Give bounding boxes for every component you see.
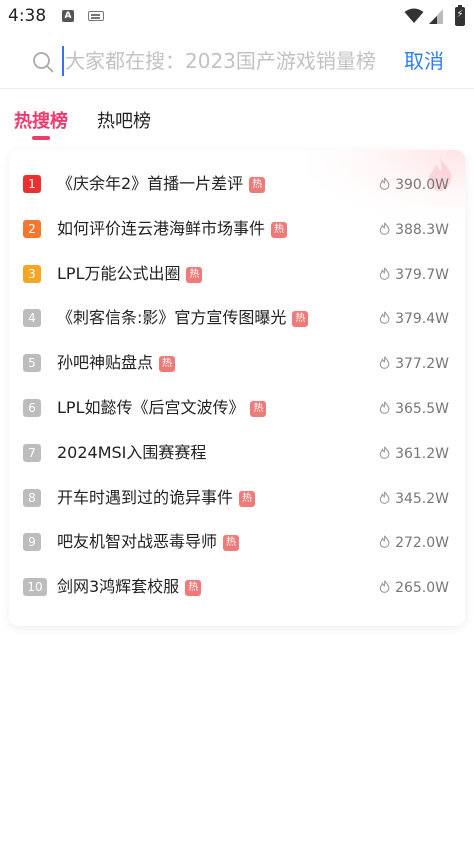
hot-badge: 热: [239, 490, 256, 507]
views-count: 390.0W: [379, 175, 449, 195]
rank-badge: 1: [23, 175, 41, 193]
views-count: 361.2W: [379, 444, 449, 464]
rank-badge: 9: [23, 533, 41, 552]
hot-item-title-wrap: 孙吧神贴盘点热: [57, 352, 176, 374]
search-bar: 大家都在搜：2023国产游戏销量榜 取消: [0, 38, 474, 88]
hot-badge: 热: [249, 177, 266, 193]
wifi-icon: [404, 8, 424, 23]
hot-list-item[interactable]: 5 孙吧神贴盘点热 377.2W: [9, 342, 465, 386]
views-value: 379.4W: [395, 311, 449, 328]
views-value: 365.5W: [395, 401, 449, 417]
rank-badge: 10: [23, 578, 47, 597]
cancel-button[interactable]: 取消: [404, 46, 444, 76]
hot-item-title-wrap: 开车时遇到过的诡异事件热: [57, 487, 256, 509]
hot-badge: 热: [250, 401, 267, 417]
views-value: 345.2W: [395, 490, 449, 507]
fire-icon: [379, 580, 390, 594]
fire-icon: [379, 535, 390, 549]
hot-item-title-wrap: 《刺客信条:影》官方宣传图曝光热: [57, 307, 309, 329]
fire-icon: [379, 356, 390, 370]
views-value: 379.7W: [395, 266, 449, 283]
hot-list-card: 1 《庆余年2》首播一片差评热 390.0W 2 如何评价连云港海鲜市场事件热 388.3…: [9, 150, 465, 626]
views-value: 272.0W: [395, 535, 449, 552]
hot-item-title: LPL如懿传《后宫文波传》: [57, 398, 245, 417]
fire-icon: [379, 311, 390, 325]
header-divider: [0, 88, 474, 89]
fire-icon: [379, 491, 390, 504]
hot-badge: 热: [186, 266, 203, 283]
views-value: 388.3W: [395, 221, 449, 238]
keyboard-icon: [88, 11, 104, 21]
hot-badge: 热: [223, 535, 240, 552]
views-value: 265.0W: [395, 580, 449, 597]
tab-hot-search[interactable]: 热搜榜: [14, 110, 68, 134]
hot-item-title: 开车时遇到过的诡异事件: [57, 487, 234, 507]
hot-list-item[interactable]: 7 2024MSI入围赛赛程 361.2W: [9, 432, 465, 476]
hot-item-title: 《庆余年2》首播一片差评: [57, 174, 244, 193]
views-count: 345.2W: [379, 489, 449, 509]
views-count: 272.0W: [379, 533, 449, 553]
hot-item-title-wrap: 《庆余年2》首播一片差评热: [57, 173, 266, 195]
status-time: 4:38: [8, 6, 47, 26]
rank-badge: 5: [23, 354, 41, 373]
rank-badge: 7: [23, 443, 41, 462]
battery-charging-icon: [455, 5, 465, 26]
hot-list-item[interactable]: 1 《庆余年2》首播一片差评热 390.0W: [9, 163, 465, 207]
hot-item-title: 吧友机智对战恶毒导师: [57, 532, 218, 552]
rank-badge: 3: [23, 264, 41, 283]
text-cursor: [62, 46, 64, 76]
fire-icon: [379, 446, 390, 459]
rank-badge: 6: [23, 399, 41, 417]
hot-item-title: 孙吧神贴盘点: [57, 353, 154, 373]
hot-badge: 热: [292, 311, 309, 328]
hot-item-title: 剑网3鸿辉套校服: [57, 577, 180, 597]
hot-item-title-wrap: 吧友机智对战恶毒导师热: [57, 531, 240, 553]
tab-active-indicator: [32, 136, 50, 140]
views-count: 365.5W: [379, 399, 449, 419]
search-icon: [33, 52, 54, 73]
hot-list-item[interactable]: 3 LPL万能公式出圈热 379.7W: [9, 253, 465, 297]
views-count: 388.3W: [379, 220, 449, 240]
search-input[interactable]: 大家都在搜：2023国产游戏销量榜: [65, 46, 390, 76]
status-bar: 4:38 A: [0, 0, 474, 34]
tab-hot-bar[interactable]: 热吧榜: [97, 110, 151, 134]
views-count: 377.2W: [379, 354, 449, 374]
hot-list-item[interactable]: 6 LPL如懿传《后宫文波传》热 365.5W: [9, 387, 465, 431]
hot-item-title-wrap: 2024MSI入围赛赛程: [57, 442, 206, 464]
hot-list-item[interactable]: 2 如何评价连云港海鲜市场事件热 388.3W: [9, 208, 465, 252]
hot-badge: 热: [271, 221, 288, 238]
views-value: 361.2W: [395, 445, 449, 462]
views-count: 379.7W: [379, 265, 449, 285]
fire-icon: [379, 222, 390, 235]
fire-icon: [379, 401, 390, 414]
views-count: 379.4W: [379, 309, 449, 329]
rank-badge: 4: [23, 309, 41, 328]
fire-icon: [379, 267, 390, 280]
hot-list-item[interactable]: 9 吧友机智对战恶毒导师热 272.0W: [9, 521, 465, 565]
rank-badge: 2: [23, 219, 41, 238]
hot-item-title-wrap: LPL万能公式出圈热: [57, 263, 203, 285]
hot-badge: 热: [159, 356, 176, 373]
hot-item-title-wrap: 剑网3鸿辉套校服热: [57, 576, 202, 598]
hot-badge: 热: [185, 580, 202, 597]
fire-icon: [379, 177, 390, 190]
hot-list-item[interactable]: 4 《刺客信条:影》官方宣传图曝光热 379.4W: [9, 297, 465, 341]
hot-list-item[interactable]: 10 剑网3鸿辉套校服热 265.0W: [9, 566, 465, 610]
hot-item-title-wrap: 如何评价连云港海鲜市场事件热: [57, 218, 288, 240]
hot-item-title: 《刺客信条:影》官方宣传图曝光: [57, 308, 287, 328]
views-count: 265.0W: [379, 578, 449, 598]
views-value: 390.0W: [395, 177, 449, 193]
hot-item-title: 如何评价连云港海鲜市场事件: [57, 218, 266, 238]
hot-item-title: LPL万能公式出圈: [57, 263, 181, 283]
hot-item-title-wrap: LPL如懿传《后宫文波传》热: [57, 397, 267, 419]
signal-icon: [429, 9, 443, 24]
rank-badge: 8: [23, 488, 41, 507]
views-value: 377.2W: [395, 356, 449, 373]
notification-a-icon: A: [62, 10, 74, 22]
hot-item-title: 2024MSI入围赛赛程: [57, 442, 207, 462]
hot-list-item[interactable]: 8 开车时遇到过的诡异事件热 345.2W: [9, 477, 465, 521]
